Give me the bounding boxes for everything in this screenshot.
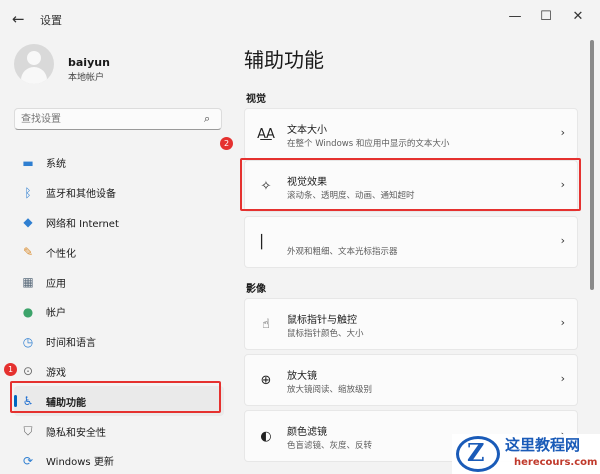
- mouse-pointer-icon: ☝: [262, 317, 270, 332]
- avatar: [14, 44, 54, 84]
- magnifier-icon: ⊕: [260, 373, 272, 388]
- title-bar: ← 设置 — ☐ ✕: [0, 0, 600, 38]
- update-icon: ⟳: [22, 453, 34, 468]
- annotation-badge-2: 2: [220, 137, 233, 150]
- sidebar-item-label: 系统: [46, 159, 66, 171]
- section-label-vision: 视觉: [246, 94, 266, 105]
- sidebar-item-label: 个性化: [46, 248, 76, 260]
- sidebar-item-label: 游戏: [46, 367, 66, 379]
- sidebar-item-label: 应用: [46, 278, 66, 290]
- highlight-box-accessibility: [10, 381, 221, 413]
- chevron-right-icon: ›: [560, 126, 565, 139]
- page-title: 辅助功能: [244, 48, 324, 72]
- text-size-icon: A͟A: [257, 127, 275, 142]
- maximize-button[interactable]: ☐: [536, 8, 556, 26]
- sidebar-item-1[interactable]: ᛒ 蓝牙和其他设备: [14, 178, 224, 208]
- section-label-hearing: 影像: [246, 284, 266, 295]
- sidebar-item-9[interactable]: ⛉ 隐私和安全性: [14, 416, 224, 446]
- chevron-right-icon: ›: [560, 234, 565, 247]
- chevron-right-icon: ›: [560, 316, 565, 329]
- search-icon[interactable]: ⌕: [204, 112, 210, 126]
- sidebar-item-5[interactable]: ● 帐户: [14, 297, 224, 327]
- search-input[interactable]: [14, 108, 222, 130]
- card-title: 颜色滤镜: [287, 427, 327, 438]
- sidebar-item-label: 蓝牙和其他设备: [46, 189, 116, 201]
- brush-icon: ✎: [22, 245, 34, 260]
- person-icon: ●: [22, 304, 34, 319]
- card-subtitle: 放大镜阅读、缩放级别: [287, 385, 373, 395]
- card-title: 放大镜: [287, 371, 317, 382]
- sidebar-nav: ▬ 系统 ᛒ 蓝牙和其他设备 ◆ 网络和 Internet ✎ 个性化 ▦ 应用 ● 帐户 ◷ 时间和语言…: [14, 148, 224, 474]
- sidebar-item-label: 帐户: [46, 308, 66, 320]
- user-profile[interactable]: [14, 44, 54, 84]
- watermark-logo-letter: Z: [467, 438, 485, 467]
- card-subtitle: 外观和粗细、文本光标指示器: [287, 247, 398, 257]
- palette-icon: ◐: [260, 429, 272, 444]
- app-title: 设置: [40, 14, 62, 27]
- scrollbar[interactable]: [590, 40, 594, 290]
- apps-icon: ▦: [22, 275, 34, 290]
- wifi-icon: ◆: [23, 215, 33, 230]
- minimize-button[interactable]: —: [505, 8, 525, 26]
- text-cursor-icon: ▏: [261, 235, 271, 250]
- card-subtitle: 色盲滤镜、灰度、反转: [287, 441, 373, 451]
- watermark-title: 这里教程网: [505, 436, 581, 454]
- card-title: 鼠标指针与触控: [287, 315, 357, 326]
- settings-window: ← 设置 — ☐ ✕ baiyun 本地帐户 ⌕ ▬ 系统 ᛒ 蓝牙和其他设备 ◆ 网络和…: [0, 0, 600, 474]
- sidebar-item-10[interactable]: ⟳ Windows 更新: [14, 446, 224, 474]
- sidebar-item-label: Windows 更新: [46, 457, 114, 469]
- sidebar-item-2[interactable]: ◆ 网络和 Internet: [14, 208, 224, 238]
- settings-card-0[interactable]: A͟A 文本大小在整个 Windows 和应用中显示的文本大小 ›: [244, 108, 578, 160]
- monitor-icon: ▬: [22, 155, 34, 170]
- settings-card-3[interactable]: ☝ 鼠标指针与触控 鼠标指针颜色、大小 ›: [244, 298, 578, 350]
- sidebar-item-label: 网络和 Internet: [46, 218, 119, 230]
- back-arrow-icon[interactable]: ←: [12, 10, 30, 28]
- globe-clock-icon: ◷: [22, 334, 34, 349]
- annotation-badge-1: 1: [4, 363, 17, 376]
- account-type: 本地帐户: [68, 73, 105, 83]
- shield-icon: ⛉: [23, 423, 33, 438]
- user-name: baiyun: [68, 56, 110, 69]
- sidebar-item-3[interactable]: ✎ 个性化: [14, 237, 224, 267]
- gamepad-icon: ⊙: [22, 364, 34, 379]
- bluetooth-icon: ᛒ: [24, 185, 32, 200]
- card-subtitle: 鼠标指针颜色、大小: [287, 329, 364, 339]
- sidebar-item-0[interactable]: ▬ 系统: [14, 148, 224, 178]
- watermark-url: herecours.com: [514, 457, 598, 468]
- sidebar-item-label: 时间和语言: [46, 338, 96, 350]
- card-title: 文本大小: [287, 125, 327, 136]
- highlight-box-visual-effects: [240, 158, 581, 211]
- chevron-right-icon: ›: [560, 372, 565, 385]
- close-button[interactable]: ✕: [568, 8, 588, 26]
- settings-card-4[interactable]: ⊕ 放大镜放大镜阅读、缩放级别 ›: [244, 354, 578, 406]
- sidebar-item-label: 隐私和安全性: [46, 427, 106, 439]
- settings-card-2[interactable]: ▏ 外观和粗细、文本光标指示器 ›: [244, 216, 578, 268]
- card-subtitle: 在整个 Windows 和应用中显示的文本大小: [287, 139, 450, 149]
- sidebar-item-4[interactable]: ▦ 应用: [14, 267, 224, 297]
- sidebar-item-6[interactable]: ◷ 时间和语言: [14, 327, 224, 357]
